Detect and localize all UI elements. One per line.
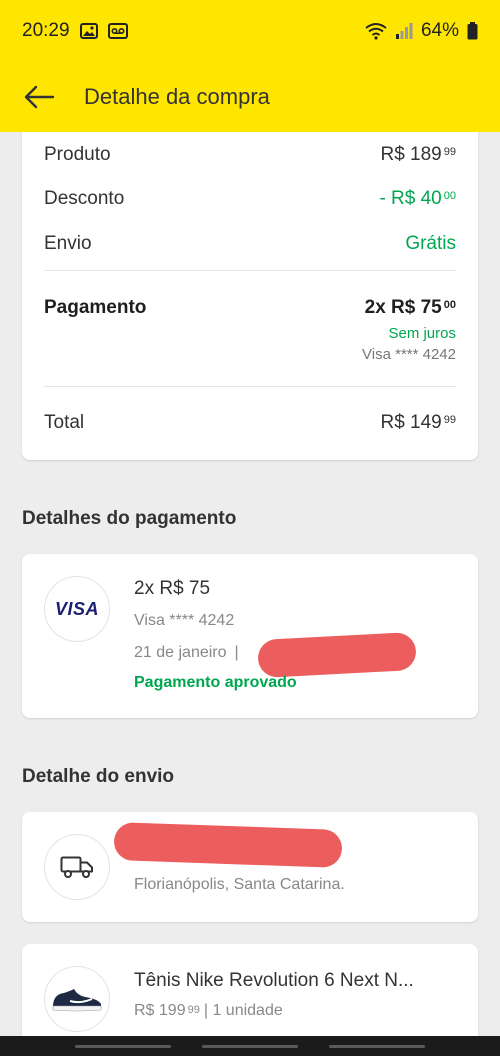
product-row: Produto R$ 189 99 <box>44 144 456 166</box>
visa-logo: VISA <box>44 576 110 642</box>
total-row: Total R$ 149 99 <box>44 412 456 434</box>
product-thumbnail <box>44 966 110 1032</box>
voicemail-icon <box>107 23 128 39</box>
product-price: R$ 199 99 <box>134 1002 200 1019</box>
nav-recents-button[interactable] <box>75 1044 172 1048</box>
back-button[interactable] <box>22 80 56 114</box>
divider <box>44 386 456 387</box>
nav-home-button[interactable] <box>201 1044 298 1048</box>
discount-value: - R$ 40 00 <box>379 188 456 209</box>
total-label: Total <box>44 412 85 433</box>
divider <box>44 270 456 271</box>
payment-separator: | <box>234 644 239 661</box>
system-nav-bar <box>0 1036 500 1056</box>
payment-details-title: Detalhes do pagamento <box>22 508 237 529</box>
total-value: R$ 149 99 <box>380 412 456 433</box>
payment-status: Pagamento aprovado <box>134 674 297 691</box>
payment-row: Pagamento 2x R$ 75 00 Sem juros Visa ****… <box>44 297 456 363</box>
shipping-value: Grátis <box>405 233 456 254</box>
payment-details-card[interactable]: VISA 2x R$ 75 Visa **** 4242 21 de janei… <box>22 554 478 718</box>
redaction-mark <box>257 631 417 679</box>
payment-label: Pagamento <box>44 297 147 318</box>
discount-row: Desconto - R$ 40 00 <box>44 188 456 210</box>
product-cents: 99 <box>443 146 456 158</box>
product-card[interactable]: Tênis Nike Revolution 6 Next N... R$ 199… <box>22 944 478 1036</box>
payment-card: Visa **** 4242 <box>362 346 456 363</box>
payment-value: 2x R$ 75 00 <box>364 297 456 318</box>
payment-date: 21 de janeiro <box>134 644 227 661</box>
payment-amount: 2x R$ 75 <box>134 578 211 599</box>
product-name: Tênis Nike Revolution 6 Next N... <box>134 970 414 991</box>
signal-icon <box>395 22 413 40</box>
shipping-details-title: Detalhe do envio <box>22 766 175 787</box>
content-area[interactable]: Produto R$ 189 99 Desconto - R$ 40 00 Envi… <box>0 132 500 1036</box>
app-header: Detalhe da compra <box>0 62 500 132</box>
arrow-left-icon <box>24 85 55 109</box>
product-value: R$ 189 99 <box>380 144 456 165</box>
truck-icon-container <box>44 834 110 900</box>
product-label: Produto <box>44 144 111 165</box>
shipping-row: Envio Grátis <box>44 233 456 255</box>
status-bar: 20:29 64% <box>0 0 500 62</box>
payment-cents: 00 <box>443 299 456 311</box>
page-title: Detalhe da compra <box>84 84 270 109</box>
total-cents: 99 <box>443 414 456 426</box>
product-price-cents: 99 <box>187 1004 200 1016</box>
status-time: 20:29 <box>22 20 70 41</box>
product-quantity: | 1 unidade <box>203 1002 283 1019</box>
wifi-icon <box>365 22 387 40</box>
sneaker-icon <box>52 989 102 1012</box>
discount-cents: 00 <box>443 190 456 202</box>
payment-interest: Sem juros <box>388 325 456 342</box>
shipping-location: Florianópolis, Santa Catarina. <box>134 876 345 893</box>
redaction-mark <box>113 822 343 868</box>
discount-label: Desconto <box>44 188 125 209</box>
shipping-label: Envio <box>44 233 92 254</box>
shipping-details-card[interactable]: Florianópolis, Santa Catarina. <box>22 812 478 922</box>
battery-icon <box>467 22 478 40</box>
payment-card-info: Visa **** 4242 <box>134 612 235 629</box>
battery-percent: 64% <box>420 20 459 41</box>
gallery-icon <box>79 23 98 39</box>
truck-icon <box>60 856 93 878</box>
visa-logo-text: VISA <box>54 598 99 619</box>
purchase-summary-card: Produto R$ 189 99 Desconto - R$ 40 00 Envi… <box>22 132 478 460</box>
nav-back-button[interactable] <box>328 1044 425 1048</box>
payment-info: 2x R$ 75 <box>134 578 210 600</box>
